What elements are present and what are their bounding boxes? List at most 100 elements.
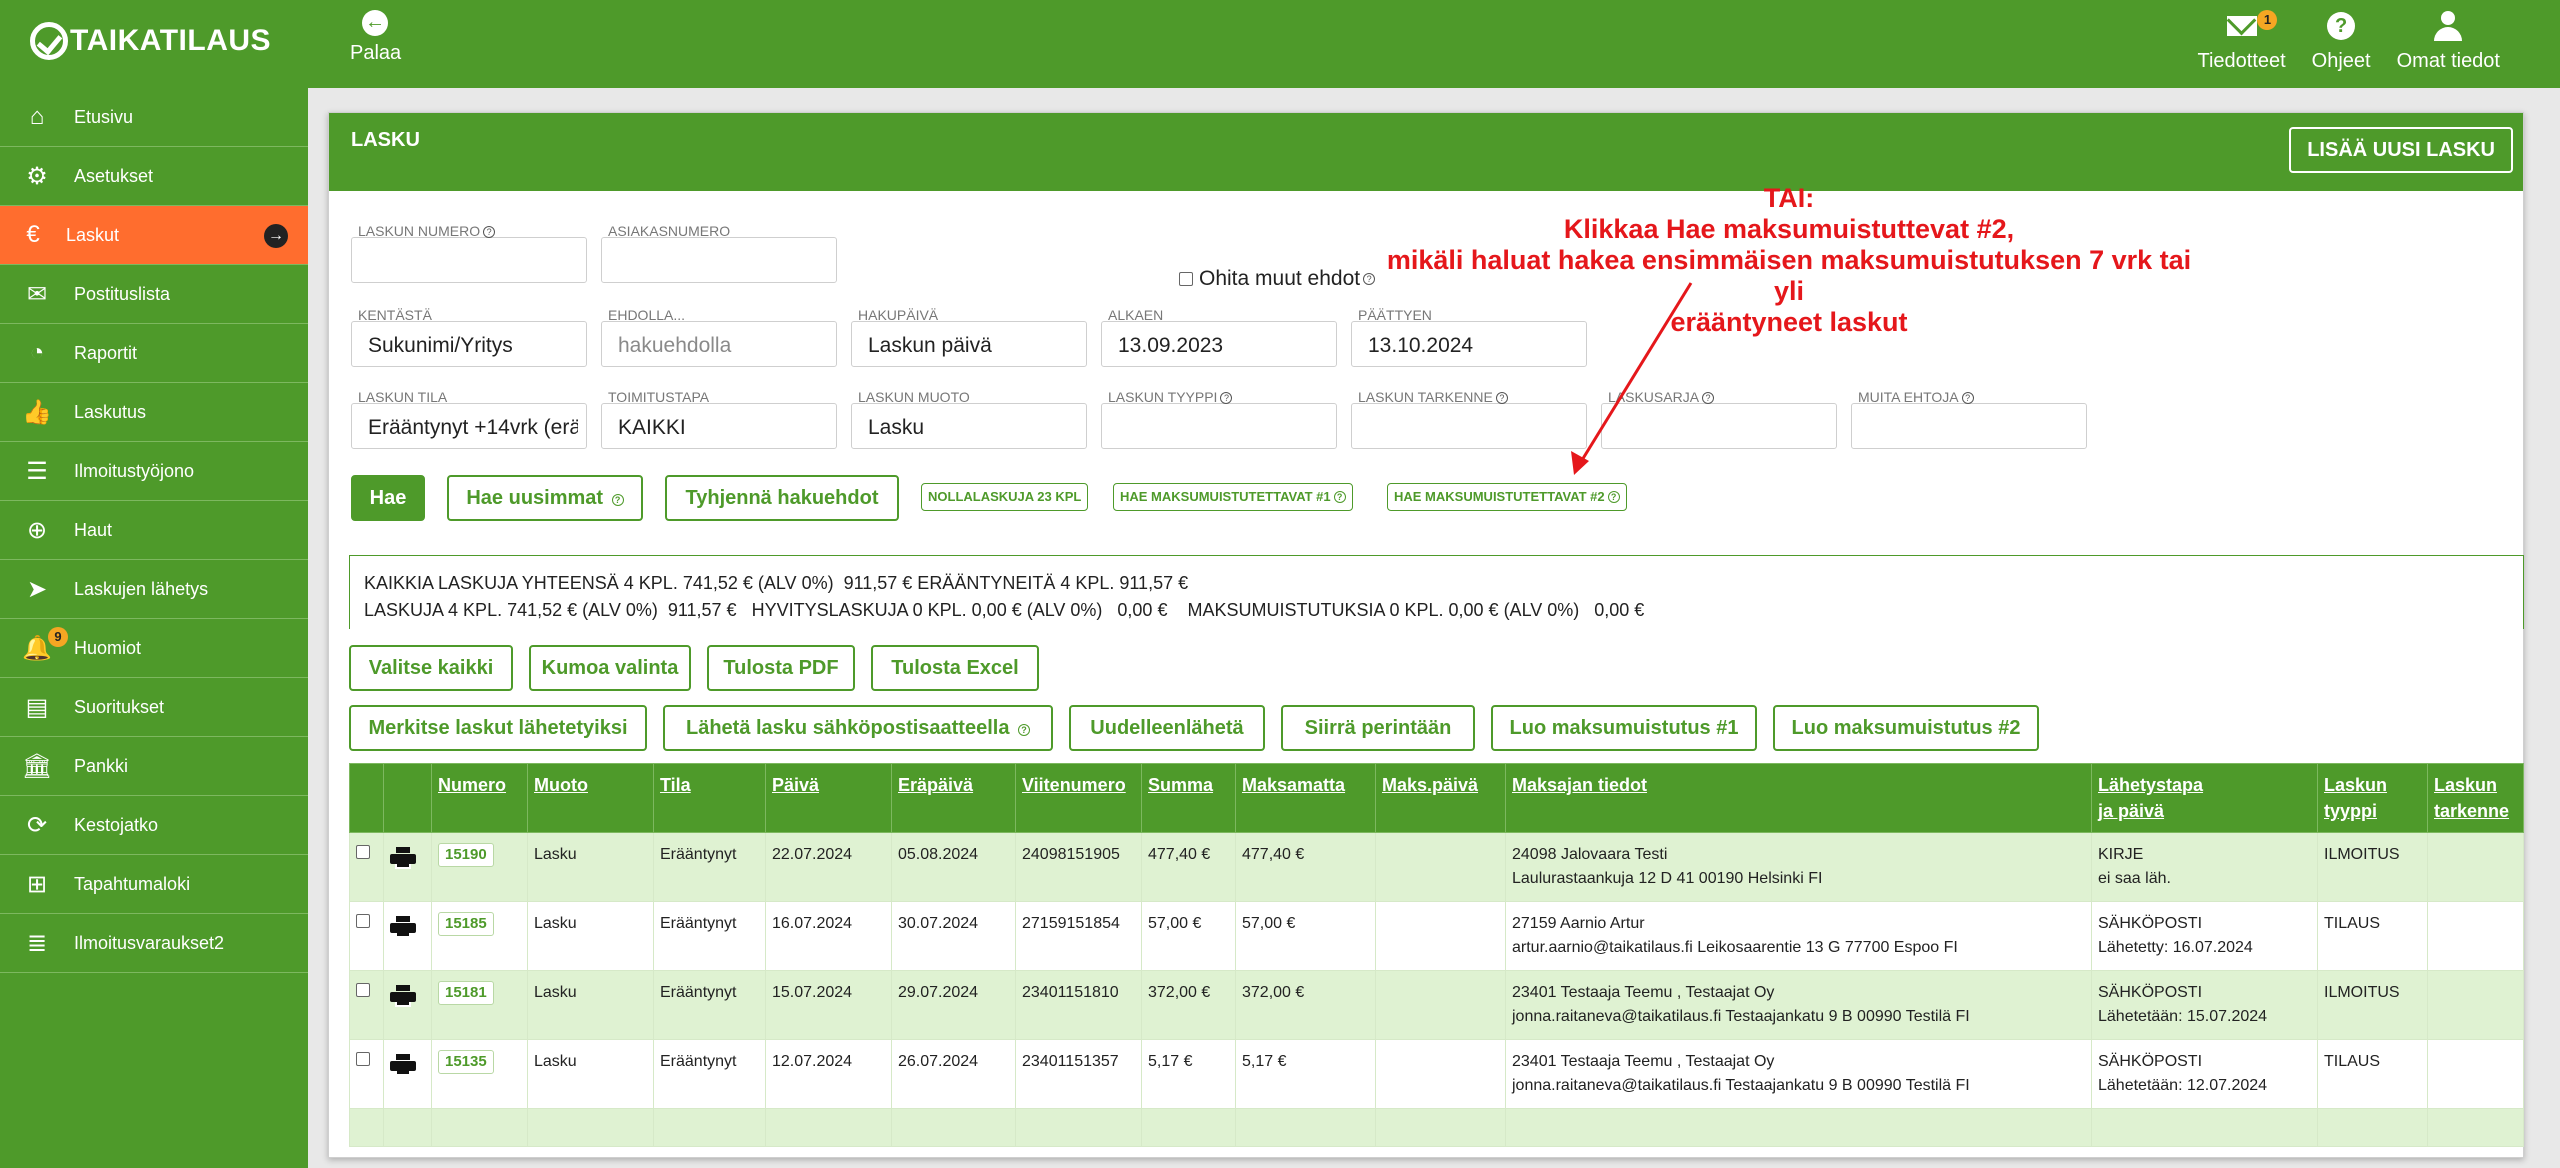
sidebar-item-suoritukset[interactable]: ▤ Suoritukset	[0, 678, 308, 737]
print-pdf-button[interactable]: Tulosta PDF	[707, 645, 855, 691]
cell-maksaja: 27159 Aarnio Artur artur.aarnio@taikatila…	[1505, 901, 2092, 971]
sidebar-item-kestojatko[interactable]: ⟳ Kestojatko	[0, 796, 308, 855]
invoice-number-link[interactable]: 15181	[438, 981, 494, 1005]
search-button[interactable]: Hae	[351, 475, 425, 521]
cell-makspaiva	[1375, 1039, 1506, 1109]
delivery-method-value: KAIKKI	[618, 416, 686, 439]
sidebar-item-laskut[interactable]: € Laskut →	[0, 206, 308, 265]
sidebar-item-label: Tapahtumaloki	[74, 873, 191, 894]
profile-button[interactable]: Omat tiedot	[2397, 8, 2500, 73]
row-checkbox[interactable]	[356, 845, 370, 859]
cell-tyyppi: TILAUS	[2317, 1039, 2428, 1109]
sidebar-item-ilmoitustyojono[interactable]: ☰ Ilmoitustyöjono	[0, 442, 308, 501]
invoice-type-select[interactable]: LASKUN TYYPPI?	[1101, 389, 1337, 449]
header-erapaiva[interactable]: Eräpäivä	[891, 763, 1016, 833]
table-row: 15190 Lasku Erääntynyt 22.07.2024 05.08.…	[349, 832, 2524, 902]
help-icon: ?	[2327, 12, 2356, 40]
cell-maksamatta: 372,00 €	[1235, 970, 1376, 1040]
fetch-reminders-1-button[interactable]: HAE MAKSUMUISTUTETTAVAT #1?	[1113, 483, 1353, 511]
row-checkbox[interactable]	[356, 914, 370, 928]
cell-maksaja: 23401 Testaaja Teemu , Testaajat Oy jonna…	[1505, 1039, 2092, 1109]
invoice-specifier-select[interactable]: LASKUN TARKENNE?	[1351, 389, 1587, 449]
printer-icon[interactable]	[390, 985, 416, 1007]
field-from-select[interactable]: KENTÄSTÄ Sukunimi/Yritys	[351, 307, 587, 367]
row-checkbox[interactable]	[356, 1052, 370, 1066]
payer-line-2: jonna.raitaneva@taikatilaus.fi Testaajan…	[1512, 1008, 1970, 1025]
zero-invoices-button[interactable]: NOLLALASKUJA 23 KPL	[921, 483, 1089, 511]
header-makspaiva[interactable]: Maks.päivä	[1375, 763, 1506, 833]
header-numero[interactable]: Numero	[431, 763, 528, 833]
sidebar-item-laskujen-lahetys[interactable]: ➤ Laskujen lähetys	[0, 560, 308, 619]
undo-selection-button[interactable]: Kumoa valinta	[529, 645, 691, 691]
paper-plane-icon: ➤	[26, 575, 48, 603]
search-condition-placeholder: hakuehdolla	[618, 334, 732, 357]
start-date-field[interactable]: ALKAEN 13.09.2023	[1101, 307, 1337, 367]
invoice-card: LASKU LISÄÄ UUSI LASKU LASKUN NUMERO? AS…	[328, 112, 2524, 1158]
resend-button[interactable]: Uudelleenlähetä	[1069, 705, 1265, 751]
transfer-collection-button[interactable]: Siirrä perintään	[1281, 705, 1475, 751]
select-all-button[interactable]: Valitse kaikki	[349, 645, 513, 691]
header-lahetystapa[interactable]: Lähetystapa ja päivä	[2091, 763, 2318, 833]
customer-number-field[interactable]: ASIAKASNUMERO	[601, 223, 837, 283]
sidebar-item-postituslista[interactable]: ✉ Postituslista	[0, 265, 308, 324]
add-invoice-button[interactable]: LISÄÄ UUSI LASKU	[2289, 127, 2513, 173]
send-email-button[interactable]: Lähetä lasku sähköpostisaatteella ?	[663, 705, 1053, 751]
printer-icon[interactable]	[390, 1054, 416, 1076]
customer-number-label: ASIAKASNUMERO	[608, 223, 731, 239]
sidebar-item-tapahtumaloki[interactable]: ⊞ Tapahtumaloki	[0, 855, 308, 914]
invoice-series-select[interactable]: LASKUSARJA?	[1601, 389, 1837, 449]
sidebar-item-haut[interactable]: ⊕ Haut	[0, 501, 308, 560]
skip-other-conditions-checkbox[interactable]: Ohita muut ehdot ?	[1179, 267, 1376, 291]
printer-icon[interactable]	[390, 916, 416, 938]
sidebar-item-raportit[interactable]: ◔ Raportit	[0, 324, 308, 383]
create-reminder-2-button[interactable]: Luo maksumuistutus #2	[1773, 705, 2039, 751]
invoice-number-link[interactable]: 15185	[438, 912, 494, 936]
print-excel-button[interactable]: Tulosta Excel	[871, 645, 1039, 691]
invoice-status-select[interactable]: LASKUN TILA Erääntynyt +14vrk (erä	[351, 389, 587, 449]
invoice-form-select[interactable]: LASKUN MUOTO Lasku	[851, 389, 1087, 449]
sidebar-item-label: Etusivu	[74, 106, 134, 127]
sidebar-item-pankki[interactable]: 🏛 Pankki	[0, 737, 308, 796]
checkbox[interactable]	[1179, 272, 1193, 286]
sidebar-item-ilmoitusvaraukset2[interactable]: ≣ Ilmoitusvaraukset2	[0, 914, 308, 973]
invoice-number-field[interactable]: LASKUN NUMERO?	[351, 223, 587, 283]
header-maksamatta[interactable]: Maksamatta	[1235, 763, 1376, 833]
clear-filters-button[interactable]: Tyhjennä hakuehdot	[665, 475, 899, 521]
sidebar-item-asetukset[interactable]: ⚙ Asetukset	[0, 147, 308, 206]
search-condition-input[interactable]: EHDOLLA... hakuehdolla	[601, 307, 837, 367]
invoice-number-link[interactable]: 15135	[438, 1050, 494, 1074]
fetch-reminders-2-button[interactable]: HAE MAKSUMUISTUTETTAVAT #2?	[1387, 483, 1627, 511]
info-icon: ?	[611, 494, 624, 506]
back-button[interactable]: ← Palaa	[350, 10, 401, 65]
printer-icon[interactable]	[390, 847, 416, 869]
search-latest-button[interactable]: Hae uusimmat ?	[447, 475, 643, 521]
header-laskun-tarkenne[interactable]: Laskun tarkenne	[2427, 763, 2524, 833]
help-button[interactable]: ? Ohjeet	[2312, 8, 2371, 73]
sidebar-item-huomiot[interactable]: 🔔 9 Huomiot	[0, 619, 308, 678]
thumbs-up-icon: 👍	[22, 398, 52, 426]
header-paiva[interactable]: Päivä	[765, 763, 892, 833]
delivery-method-select[interactable]: TOIMITUSTAPA KAIKKI	[601, 389, 837, 449]
payer-line-2: Laulurastaankuja 12 D 41 00190 Helsinki …	[1512, 870, 1823, 887]
logo-text: TAIKATILAUS	[70, 24, 272, 57]
notifications-badge: 9	[48, 627, 68, 647]
cell-viite: 23401151357	[1015, 1039, 1142, 1109]
app-logo[interactable]: TAIKATILAUS	[30, 18, 271, 64]
field-from-value: Sukunimi/Yritys	[368, 334, 513, 357]
bank-icon: 🏛	[21, 752, 53, 780]
header-viitenumero[interactable]: Viitenumero	[1015, 763, 1142, 833]
header-laskun-tyyppi[interactable]: Laskun tyyppi	[2317, 763, 2428, 833]
create-reminder-1-button[interactable]: Luo maksumuistutus #1	[1491, 705, 1757, 751]
other-conditions-select[interactable]: MUITA EHTOJA?	[1851, 389, 2087, 449]
news-button[interactable]: 1 Tiedotteet	[2197, 8, 2286, 73]
header-summa[interactable]: Summa	[1141, 763, 1236, 833]
mark-sent-button[interactable]: Merkitse laskut lähetetyiksi	[349, 705, 647, 751]
invoice-number-link[interactable]: 15190	[438, 843, 494, 867]
header-tyyppi-1: Laskun	[2324, 775, 2388, 795]
sidebar-item-etusivu[interactable]: ⌂ Etusivu	[0, 88, 308, 147]
sidebar-item-laskutus[interactable]: 👍 Laskutus	[0, 383, 308, 442]
row-checkbox[interactable]	[356, 983, 370, 997]
header-maksajan-tiedot[interactable]: Maksajan tiedot	[1505, 763, 2092, 833]
search-date-select[interactable]: HAKUPÄIVÄ Laskun päivä	[851, 307, 1087, 367]
logo-check-icon	[30, 22, 68, 60]
